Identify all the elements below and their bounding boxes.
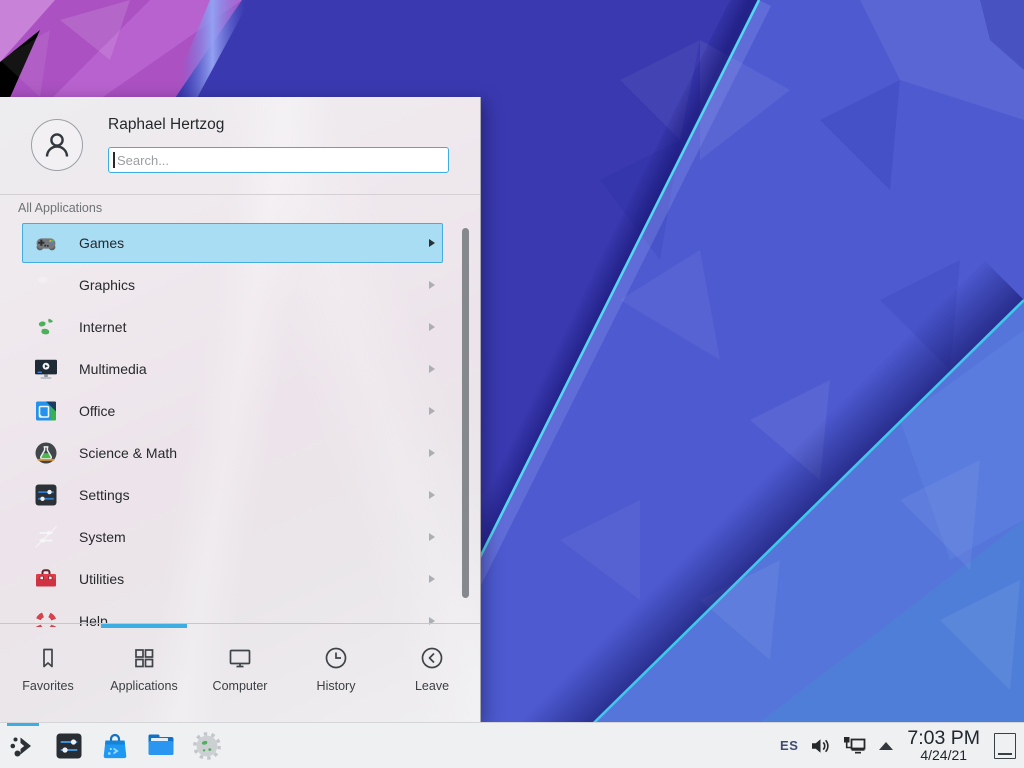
kde-launcher-icon bbox=[7, 730, 39, 762]
launcher-tab[interactable]: Favorites bbox=[0, 624, 96, 722]
submenu-arrow-icon bbox=[429, 239, 435, 247]
taskbar-app-button[interactable] bbox=[145, 730, 177, 762]
category-item[interactable]: Internet bbox=[22, 306, 443, 348]
internet-icon bbox=[33, 314, 59, 340]
taskbar-app-button[interactable] bbox=[7, 730, 39, 762]
category-label: Office bbox=[79, 403, 115, 419]
tab-label: History bbox=[317, 679, 356, 693]
volume-icon[interactable] bbox=[810, 737, 831, 755]
user-avatar[interactable] bbox=[31, 119, 83, 171]
search-input[interactable] bbox=[108, 147, 449, 173]
tab-label: Computer bbox=[213, 679, 268, 693]
launcher-tabbar: Favorites Applications Computer History bbox=[0, 624, 480, 722]
taskbar-app-button[interactable] bbox=[99, 730, 131, 762]
monitor-icon bbox=[227, 645, 253, 671]
submenu-arrow-icon bbox=[429, 449, 435, 457]
submenu-arrow-icon bbox=[429, 533, 435, 541]
globe-gear-icon bbox=[191, 730, 223, 762]
leave-back-icon bbox=[419, 645, 445, 671]
category-label: Internet bbox=[79, 319, 126, 335]
category-item[interactable]: System bbox=[22, 516, 443, 558]
category-label: Settings bbox=[79, 487, 130, 503]
category-item[interactable]: Science & Math bbox=[22, 432, 443, 474]
digital-clock[interactable]: 7:03 PM 4/24/21 bbox=[907, 728, 980, 763]
bookmark-icon bbox=[35, 645, 61, 671]
category-item[interactable]: Utilities bbox=[22, 558, 443, 600]
tab-label: Favorites bbox=[22, 679, 73, 693]
category-item[interactable]: Graphics bbox=[22, 264, 443, 306]
submenu-arrow-icon bbox=[429, 281, 435, 289]
show-desktop-button[interactable] bbox=[994, 733, 1016, 759]
submenu-arrow-icon bbox=[429, 575, 435, 583]
taskbar-app-button[interactable] bbox=[53, 730, 85, 762]
keyboard-layout-indicator[interactable]: ES bbox=[780, 738, 798, 753]
submenu-arrow-icon bbox=[429, 365, 435, 373]
launcher-tab[interactable]: Computer bbox=[192, 624, 288, 722]
settings-icon bbox=[33, 482, 59, 508]
submenu-arrow-icon bbox=[429, 407, 435, 415]
graphics-icon bbox=[33, 272, 59, 298]
launcher-tab[interactable]: Leave bbox=[384, 624, 480, 722]
category-label: Multimedia bbox=[79, 361, 147, 377]
discover-store-icon bbox=[99, 730, 131, 762]
category-label: Utilities bbox=[79, 571, 124, 587]
utilities-icon bbox=[33, 566, 59, 592]
submenu-arrow-icon bbox=[429, 323, 435, 331]
taskbar-launchers bbox=[7, 730, 223, 762]
tab-label: Leave bbox=[415, 679, 449, 693]
category-item[interactable]: Office bbox=[22, 390, 443, 432]
file-manager-icon bbox=[145, 730, 177, 762]
category-label: Games bbox=[79, 235, 124, 251]
category-item[interactable]: Settings bbox=[22, 474, 443, 516]
clock-icon bbox=[323, 645, 349, 671]
taskbar-app-button[interactable] bbox=[191, 730, 223, 762]
office-icon bbox=[33, 398, 59, 424]
list-scrollbar[interactable] bbox=[462, 228, 469, 598]
clock-date: 4/24/21 bbox=[907, 748, 980, 763]
category-label: Graphics bbox=[79, 277, 135, 293]
section-label: All Applications bbox=[18, 201, 102, 215]
user-name: Raphael Hertzog bbox=[108, 116, 224, 134]
tab-label: Applications bbox=[110, 679, 177, 693]
system-icon bbox=[33, 524, 59, 550]
games-icon bbox=[33, 230, 59, 256]
header-divider bbox=[0, 194, 480, 195]
text-caret bbox=[113, 152, 115, 168]
expand-tray-icon[interactable] bbox=[879, 742, 893, 750]
app-grid-icon bbox=[131, 645, 157, 671]
system-settings-icon bbox=[53, 730, 85, 762]
launcher-tab[interactable]: History bbox=[288, 624, 384, 722]
network-icon[interactable] bbox=[843, 736, 867, 755]
science-icon bbox=[33, 440, 59, 466]
multimedia-icon bbox=[33, 356, 59, 382]
clock-time: 7:03 PM bbox=[907, 728, 980, 748]
application-launcher-popup: Raphael Hertzog All Applications Games G… bbox=[0, 97, 481, 722]
category-label: Science & Math bbox=[79, 445, 177, 461]
system-tray: ES 7:03 PM 4/24/21 bbox=[780, 728, 1016, 763]
category-item[interactable]: Games bbox=[22, 222, 443, 264]
category-item[interactable]: Multimedia bbox=[22, 348, 443, 390]
submenu-arrow-icon bbox=[429, 491, 435, 499]
category-label: System bbox=[79, 529, 126, 545]
taskbar: ES 7:03 PM 4/24/21 bbox=[0, 722, 1024, 768]
user-icon bbox=[40, 128, 74, 162]
launcher-tab[interactable]: Applications bbox=[96, 624, 192, 722]
category-list: Games Graphics Internet bbox=[0, 222, 480, 627]
